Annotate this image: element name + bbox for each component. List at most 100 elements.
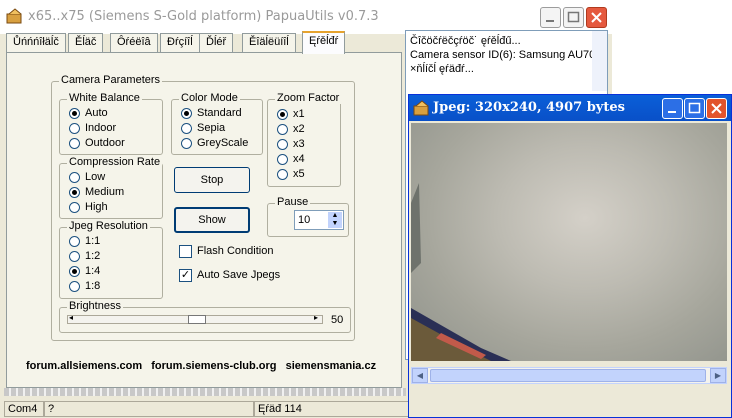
jr-1-8-label: 1:8 — [85, 280, 101, 292]
log-scrollbar[interactable] — [592, 31, 607, 91]
camera-parameters-label: Camera Parameters — [59, 74, 163, 86]
auto-save-checkbox[interactable]: ✓ — [179, 269, 192, 282]
flash-condition-checkbox[interactable] — [179, 245, 192, 258]
jpeg-scrollbar[interactable]: ◀ ▶ — [411, 367, 727, 384]
link-siemensmania[interactable]: siemensmania.cz — [286, 360, 377, 372]
maximize-icon — [567, 11, 580, 23]
jr-1-4-label: 1:4 — [85, 265, 101, 277]
zoom-x2-label: x2 — [293, 123, 305, 135]
link-siemens-club[interactable]: forum.siemens-club.org — [151, 360, 276, 372]
link-allsiemens[interactable]: forum.allsiemens.com — [26, 360, 142, 372]
jpeg-resolution-label: Jpeg Resolution — [67, 220, 150, 232]
app-icon — [6, 8, 22, 24]
cm-sepia-radio[interactable] — [181, 123, 192, 134]
tab-4[interactable]: Ďĺéř — [199, 33, 234, 53]
slider-right-arrow[interactable]: ▸ — [314, 313, 318, 322]
jr-1-4-radio[interactable] — [69, 266, 80, 277]
title-bar: x65..x75 (Siemens S-Gold platform) Papua… — [0, 0, 612, 34]
zoom-x5-radio[interactable] — [277, 169, 288, 180]
tab-0[interactable]: Ůńńńîłäĺč — [6, 33, 66, 53]
log-line: ×ňĺíčĺ ęŕäđŕ... — [410, 63, 474, 75]
maximize-icon — [688, 102, 701, 114]
wb-indoor-label: Indoor — [85, 122, 117, 134]
zoom-factor-label: Zoom Factor — [275, 92, 342, 104]
jpeg-window: Jpeg: 320x240, 4907 bytes ◀ ▶ — [408, 94, 732, 418]
close-button[interactable] — [586, 7, 607, 28]
wb-indoor-radio[interactable] — [69, 123, 80, 134]
stop-button[interactable]: Stop — [174, 167, 250, 193]
cr-high-radio[interactable] — [69, 202, 80, 213]
log-line: Čîčöčŕëčçŕöč˙ ęŕěĺđű... — [410, 35, 521, 47]
wb-outdoor-label: Outdoor — [85, 137, 125, 149]
progress-strip — [4, 388, 406, 396]
wb-auto-label: Auto — [85, 107, 108, 119]
cm-greyscale-label: GreyScale — [197, 137, 249, 149]
jr-1-2-radio[interactable] — [69, 251, 80, 262]
jpeg-title-bar: Jpeg: 320x240, 4907 bytes — [409, 95, 731, 121]
slider-left-arrow[interactable]: ◂ — [69, 313, 73, 322]
tab-3[interactable]: Đŕçíîĺ — [160, 33, 200, 53]
jr-1-1-label: 1:1 — [85, 235, 101, 247]
jpeg-window-title: Jpeg: 320x240, 4907 bytes — [433, 100, 625, 115]
app-icon — [413, 100, 429, 116]
wb-auto-radio[interactable] — [69, 108, 80, 119]
spin-up-button[interactable]: ▲ — [328, 212, 342, 220]
scroll-right-button[interactable]: ▶ — [710, 368, 726, 383]
zoom-x5-label: x5 — [293, 168, 305, 180]
camera-image-content — [411, 183, 511, 361]
jpeg-minimize-button[interactable] — [662, 98, 683, 119]
links-row: forum.allsiemens.com forum.siemens-club.… — [26, 360, 376, 372]
zoom-x4-radio[interactable] — [277, 154, 288, 165]
brightness-slider[interactable]: ◂ ▸ — [67, 313, 323, 324]
compression-rate-label: Compression Rate — [67, 156, 163, 168]
flash-condition-label: Flash Condition — [197, 245, 274, 257]
zoom-x1-radio[interactable] — [277, 109, 288, 120]
brightness-value: 50 — [331, 314, 344, 326]
jr-1-1-radio[interactable] — [69, 236, 80, 247]
color-mode-label: Color Mode — [179, 92, 240, 104]
window-title: x65..x75 (Siemens S-Gold platform) Papua… — [28, 9, 379, 24]
close-icon — [591, 12, 602, 23]
zoom-x4-label: x4 — [293, 153, 305, 165]
show-button[interactable]: Show — [174, 207, 250, 233]
scroll-left-button[interactable]: ◀ — [412, 368, 428, 383]
camera-image — [411, 123, 727, 361]
minimize-icon — [546, 20, 554, 22]
cm-standard-radio[interactable] — [181, 108, 192, 119]
cr-high-label: High — [85, 201, 108, 213]
pause-value: 10 — [298, 214, 311, 226]
cm-greyscale-radio[interactable] — [181, 138, 192, 149]
jpeg-close-button[interactable] — [706, 98, 727, 119]
brightness-label: Brightness — [67, 300, 123, 312]
slider-thumb[interactable] — [188, 315, 206, 324]
status-mid: ? — [44, 401, 254, 417]
wb-outdoor-radio[interactable] — [69, 138, 80, 149]
jr-1-2-label: 1:2 — [85, 250, 101, 262]
cm-sepia-label: Sepia — [197, 122, 226, 134]
pause-spinbox[interactable]: 10 ▲ ▼ — [294, 210, 344, 230]
cr-medium-label: Medium — [85, 186, 125, 198]
camera-panel: Camera Parameters White Balance Auto Ind… — [6, 52, 402, 388]
zoom-x1-label: x1 — [293, 108, 305, 120]
cr-low-label: Low — [85, 171, 106, 183]
zoom-x2-radio[interactable] — [277, 124, 288, 135]
tab-2[interactable]: Ôŕéëîâ — [110, 33, 158, 53]
tab-camera[interactable]: Ęŕěĺđŕ — [302, 31, 346, 54]
minimize-button[interactable] — [540, 7, 561, 28]
scroll-thumb[interactable] — [430, 369, 706, 382]
jpeg-maximize-button[interactable] — [684, 98, 705, 119]
jr-1-8-radio[interactable] — [69, 281, 80, 292]
cr-medium-radio[interactable] — [69, 187, 80, 198]
spin-down-button[interactable]: ▼ — [328, 220, 342, 228]
zoom-x3-radio[interactable] — [277, 139, 288, 150]
log-line: Camera sensor ID(6): Samsung AU70B — [410, 49, 603, 61]
auto-save-label: Auto Save Jpegs — [197, 269, 281, 281]
tab-1[interactable]: Ěĺäč — [68, 33, 104, 53]
maximize-button[interactable] — [563, 7, 584, 28]
cr-low-radio[interactable] — [69, 172, 80, 183]
white-balance-label: White Balance — [67, 92, 142, 104]
close-icon — [711, 103, 722, 114]
minimize-icon — [668, 111, 676, 113]
zoom-x3-label: x3 — [293, 138, 305, 150]
tab-5[interactable]: Ěîäĺëüíîĺ — [242, 33, 296, 53]
